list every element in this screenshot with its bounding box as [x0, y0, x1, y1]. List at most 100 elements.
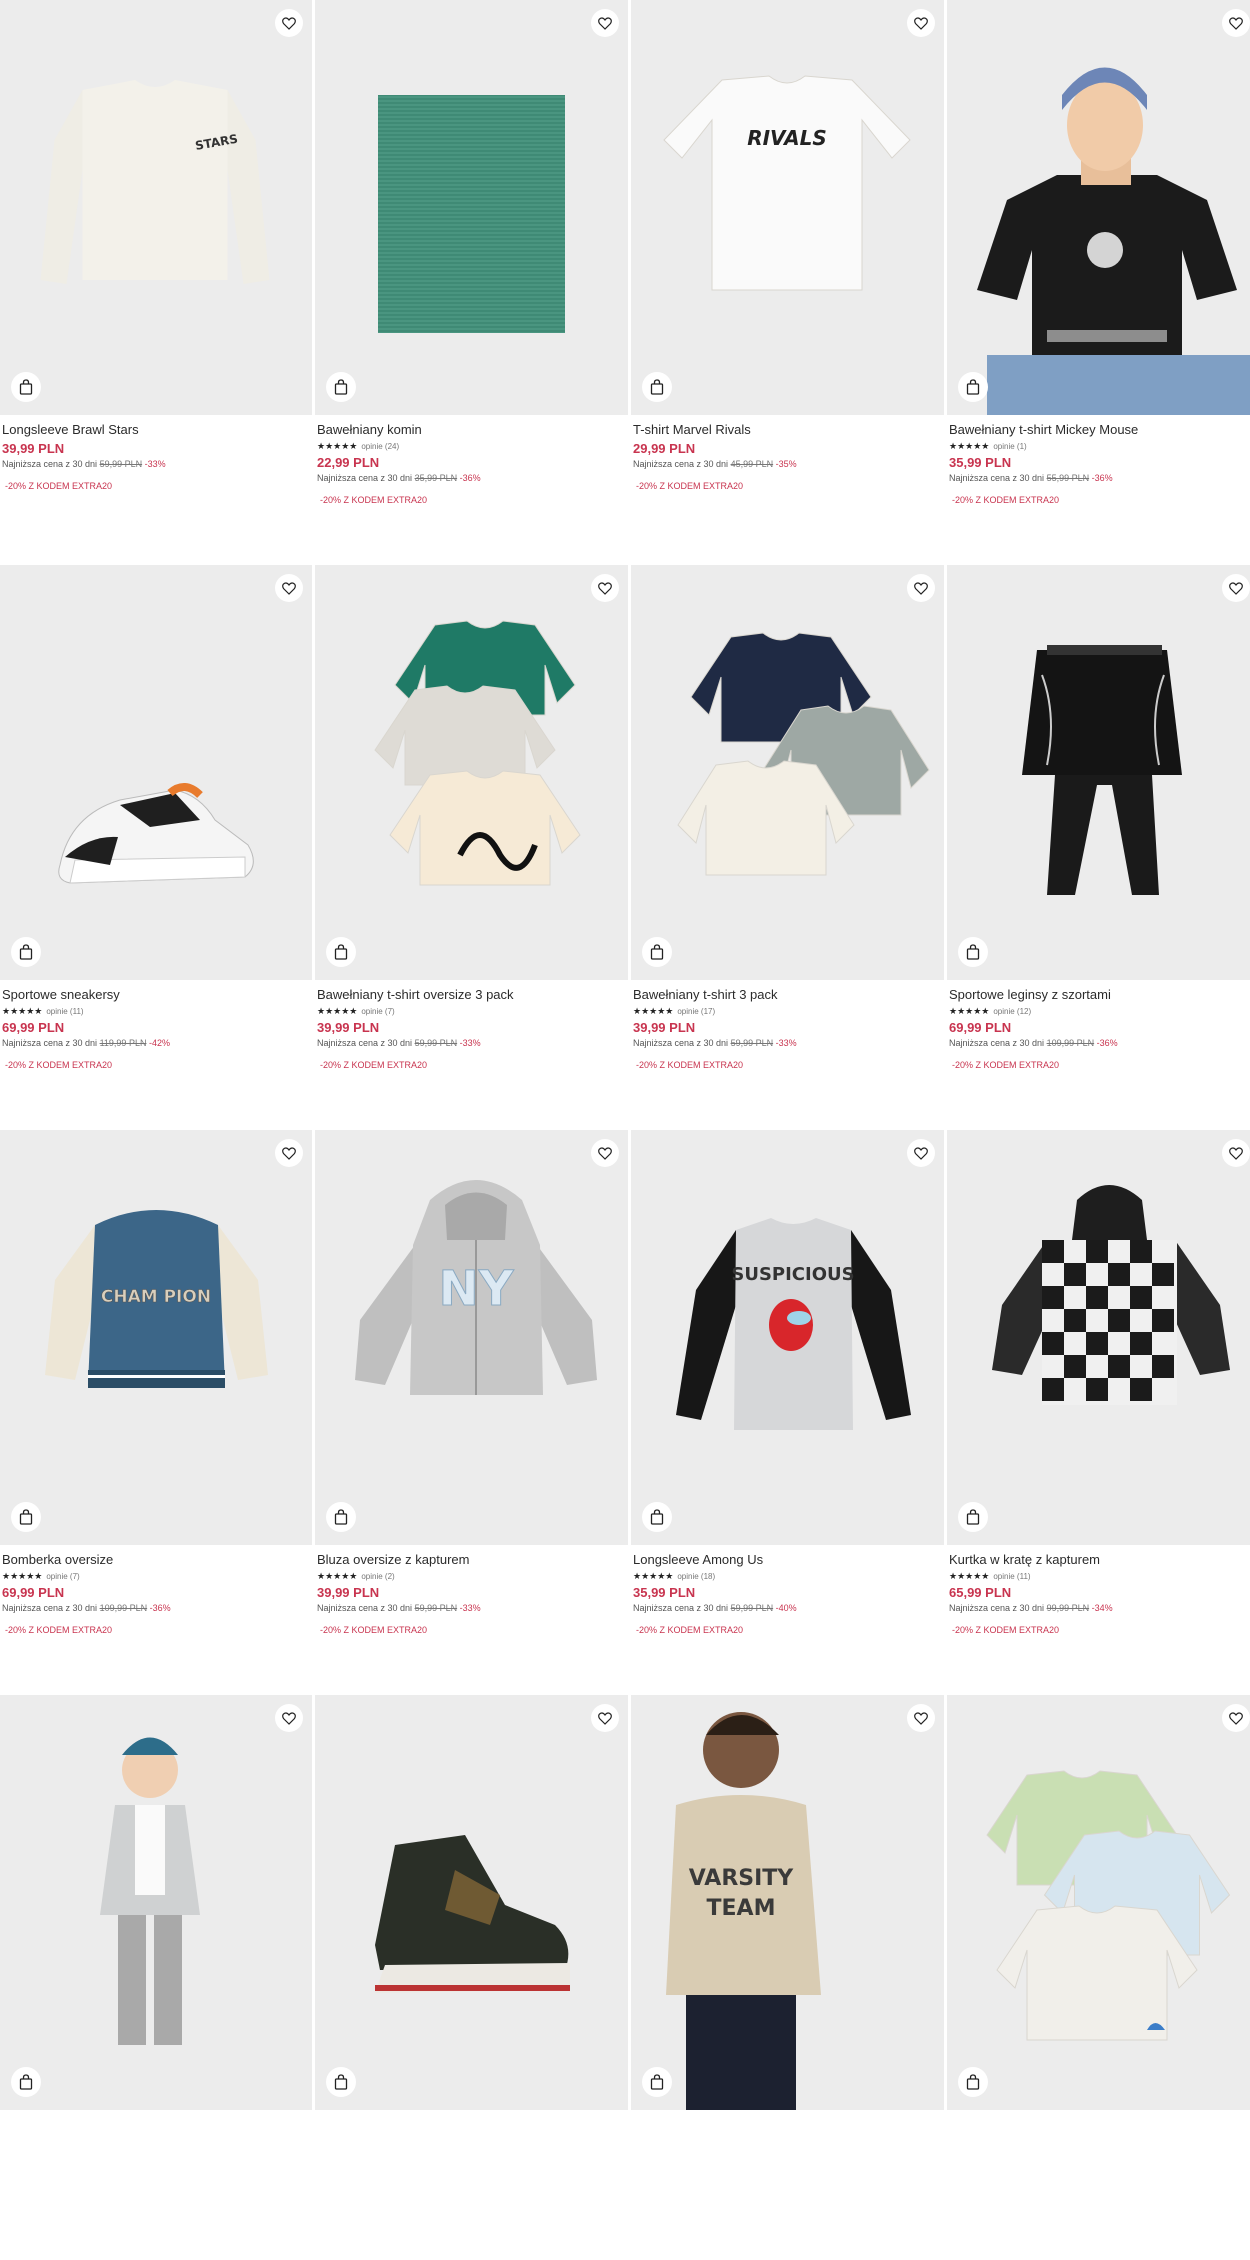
heart-icon[interactable] — [591, 574, 619, 602]
product-image[interactable] — [947, 0, 1250, 415]
product-image[interactable]: NY — [315, 1130, 628, 1545]
old-price: 55,99 PLN — [1046, 473, 1090, 483]
product-price: 22,99 PLN — [317, 455, 380, 470]
heart-icon[interactable] — [907, 1704, 935, 1732]
product-image[interactable] — [947, 1695, 1250, 2110]
product-card[interactable]: Bawełniany t-shirt 3 pack ★★★★★ opinie (… — [631, 565, 944, 1130]
product-card[interactable]: STARS Longsleeve Brawl Stars 39,99 PLN Na… — [0, 0, 312, 565]
product-name[interactable]: Longsleeve Among Us — [633, 1552, 942, 1568]
product-info: Sportowe leginsy z szortami ★★★★★ opinie… — [947, 980, 1250, 1070]
product-image[interactable]: CHAM PION — [0, 1130, 312, 1545]
product-card[interactable]: NY Bluza oversize z kapturem ★★★★★ opini… — [315, 1130, 628, 1695]
heart-icon[interactable] — [1222, 1704, 1250, 1732]
heart-icon[interactable] — [907, 1139, 935, 1167]
heart-icon[interactable] — [1222, 574, 1250, 602]
heart-icon[interactable] — [591, 1139, 619, 1167]
lowest-price-info: Najniższa cena z 30 dni 35,99 PLN -36% — [317, 473, 626, 483]
product-image[interactable] — [315, 1695, 628, 2110]
heart-icon[interactable] — [1222, 1139, 1250, 1167]
product-image[interactable] — [0, 565, 312, 980]
heart-icon[interactable] — [275, 574, 303, 602]
product-name[interactable]: Bawełniany komin — [317, 422, 626, 438]
shopping-bag-icon[interactable] — [958, 372, 988, 402]
shopping-bag-icon[interactable] — [642, 2067, 672, 2097]
shopping-bag-icon[interactable] — [11, 2067, 41, 2097]
promo-code-label: -20% Z KODEM EXTRA20 — [5, 1060, 113, 1070]
product-card[interactable]: SUSPICIOUS Longsleeve Among Us ★★★★★ opi… — [631, 1130, 944, 1695]
lowest-price-label: Najniższa cena z 30 dni — [2, 1603, 98, 1613]
product-image[interactable]: STARS — [0, 0, 312, 415]
product-card[interactable]: VARSITY TEAM — [631, 1695, 944, 2260]
product-image[interactable] — [631, 565, 944, 980]
shopping-bag-icon[interactable] — [11, 372, 41, 402]
svg-text:TEAM: TEAM — [707, 1896, 776, 1921]
shopping-bag-icon[interactable] — [642, 937, 672, 967]
heart-icon[interactable] — [907, 9, 935, 37]
shopping-bag-icon[interactable] — [958, 2067, 988, 2097]
product-name[interactable]: Bomberka oversize — [2, 1552, 310, 1568]
product-card[interactable]: Bawełniany t-shirt oversize 3 pack ★★★★★… — [315, 565, 628, 1130]
product-rating: ★★★★★ opinie (2) — [317, 1571, 626, 1582]
product-name[interactable]: Sportowe leginsy z szortami — [949, 987, 1250, 1003]
product-price: 35,99 PLN — [633, 1585, 696, 1600]
product-image[interactable]: VARSITY TEAM — [631, 1695, 944, 2110]
product-price: 69,99 PLN — [2, 1020, 65, 1035]
heart-icon[interactable] — [1222, 9, 1250, 37]
heart-icon[interactable] — [591, 9, 619, 37]
shopping-bag-icon[interactable] — [326, 372, 356, 402]
product-card[interactable] — [0, 1695, 312, 2260]
product-card[interactable]: Bawełniany t-shirt Mickey Mouse ★★★★★ op… — [947, 0, 1250, 565]
review-count: opinie (17) — [677, 1007, 716, 1016]
product-name[interactable]: Sportowe sneakersy — [2, 987, 310, 1003]
product-price: 39,99 PLN — [317, 1020, 380, 1035]
product-price: 39,99 PLN — [2, 441, 65, 456]
product-price: 69,99 PLN — [2, 1585, 65, 1600]
promo-code-label: -20% Z KODEM EXTRA20 — [636, 1060, 744, 1070]
product-name[interactable]: Bawełniany t-shirt oversize 3 pack — [317, 987, 626, 1003]
discount-badge: -33% — [144, 459, 166, 469]
product-name[interactable]: Bawełniany t-shirt 3 pack — [633, 987, 942, 1003]
product-image[interactable] — [315, 0, 628, 415]
product-price: 35,99 PLN — [949, 455, 1012, 470]
old-price: 99,99 PLN — [1046, 1603, 1090, 1613]
product-name[interactable]: Bawełniany t-shirt Mickey Mouse — [949, 422, 1250, 438]
product-image[interactable] — [315, 565, 628, 980]
shopping-bag-icon[interactable] — [958, 1502, 988, 1532]
product-name[interactable]: T-shirt Marvel Rivals — [633, 422, 942, 438]
promo-code-label: -20% Z KODEM EXTRA20 — [952, 1625, 1060, 1635]
product-image[interactable]: SUSPICIOUS — [631, 1130, 944, 1545]
shopping-bag-icon[interactable] — [11, 1502, 41, 1532]
product-card[interactable]: Sportowe leginsy z szortami ★★★★★ opinie… — [947, 565, 1250, 1130]
product-card[interactable]: Sportowe sneakersy ★★★★★ opinie (11) 69,… — [0, 565, 312, 1130]
product-name[interactable]: Kurtka w kratę z kapturem — [949, 1552, 1250, 1568]
product-image[interactable] — [0, 1695, 312, 2110]
product-name[interactable]: Longsleeve Brawl Stars — [2, 422, 310, 438]
shopping-bag-icon[interactable] — [326, 2067, 356, 2097]
shopping-bag-icon[interactable] — [958, 937, 988, 967]
product-card[interactable]: RIVALS T-shirt Marvel Rivals 29,99 PLN Na… — [631, 0, 944, 565]
shopping-bag-icon[interactable] — [326, 937, 356, 967]
heart-icon[interactable] — [907, 574, 935, 602]
product-card[interactable]: Bawełniany komin ★★★★★ opinie (24) 22,99… — [315, 0, 628, 565]
product-image[interactable] — [947, 1130, 1250, 1545]
lowest-price-label: Najniższa cena z 30 dni — [317, 1603, 413, 1613]
heart-icon[interactable] — [275, 9, 303, 37]
product-card[interactable]: CHAM PION Bomberka oversize ★★★★★ opinie… — [0, 1130, 312, 1695]
product-rating: ★★★★★ opinie (7) — [317, 1006, 626, 1017]
heart-icon[interactable] — [275, 1139, 303, 1167]
shopping-bag-icon[interactable] — [642, 372, 672, 402]
old-price: 119,99 PLN — [99, 1038, 147, 1048]
shopping-bag-icon[interactable] — [642, 1502, 672, 1532]
product-card[interactable] — [315, 1695, 628, 2260]
heart-icon[interactable] — [275, 1704, 303, 1732]
rating-stars: ★★★★★ — [949, 1006, 990, 1016]
product-image[interactable] — [947, 565, 1250, 980]
product-name[interactable]: Bluza oversize z kapturem — [317, 1552, 626, 1568]
heart-icon[interactable] — [591, 1704, 619, 1732]
product-rating: ★★★★★ opinie (18) — [633, 1571, 942, 1582]
product-image[interactable]: RIVALS — [631, 0, 944, 415]
product-card[interactable]: Kurtka w kratę z kapturem ★★★★★ opinie (… — [947, 1130, 1250, 1695]
product-card[interactable] — [947, 1695, 1250, 2260]
shopping-bag-icon[interactable] — [326, 1502, 356, 1532]
shopping-bag-icon[interactable] — [11, 937, 41, 967]
